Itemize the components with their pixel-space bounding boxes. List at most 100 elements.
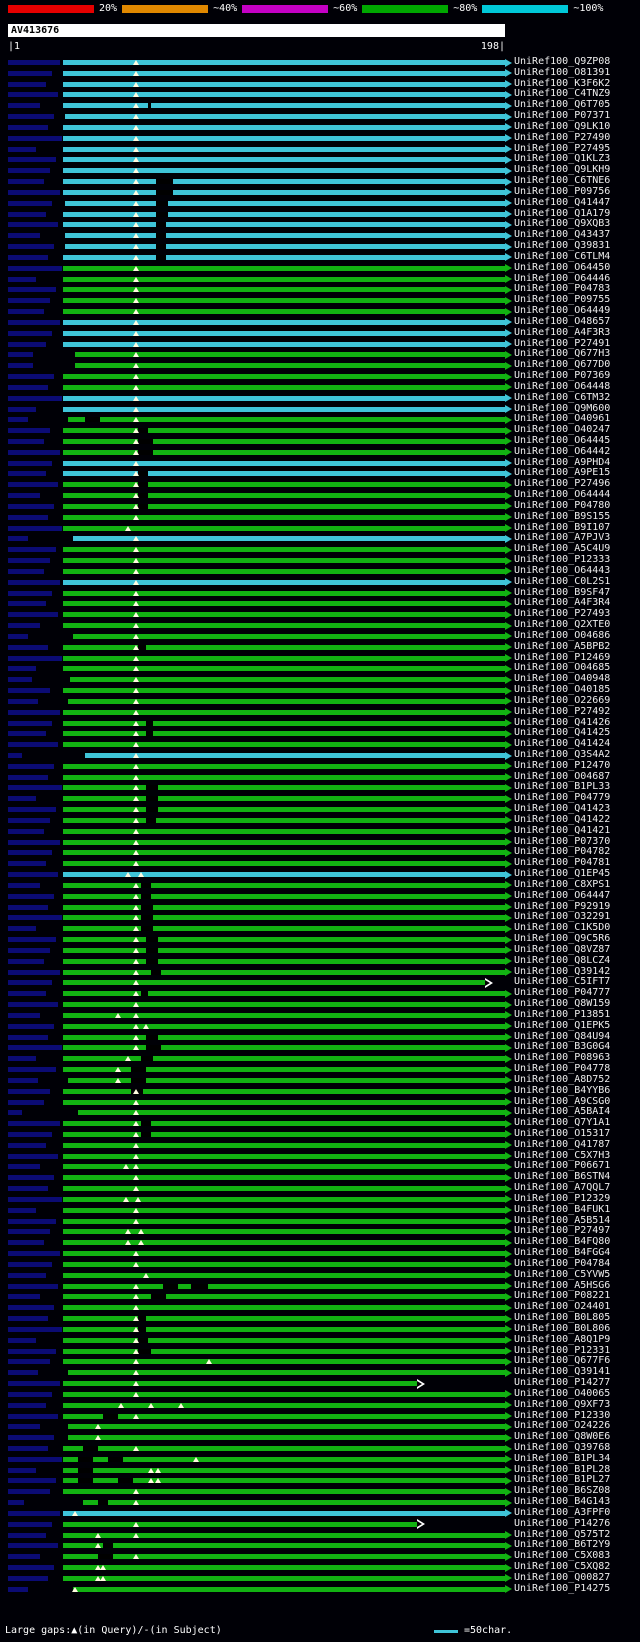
hit-bar[interactable] bbox=[62, 374, 505, 380]
hit-bar[interactable] bbox=[62, 612, 505, 618]
hit-bar[interactable] bbox=[62, 1207, 505, 1213]
hit-label[interactable]: UniRef100_O64442 bbox=[514, 446, 610, 458]
hit-bar[interactable] bbox=[62, 839, 505, 845]
hit-bar[interactable] bbox=[62, 146, 505, 152]
hit-bar[interactable] bbox=[62, 103, 505, 109]
hit-bar[interactable] bbox=[62, 438, 505, 444]
hit-bar[interactable] bbox=[62, 1121, 505, 1127]
hit-bar[interactable] bbox=[62, 828, 505, 834]
hit-bar[interactable] bbox=[62, 1023, 505, 1029]
hit-bar[interactable] bbox=[62, 579, 505, 585]
hit-label[interactable]: UniRef100_B4FUK1 bbox=[514, 1204, 610, 1216]
hit-bar[interactable] bbox=[62, 688, 505, 694]
hit-bar[interactable] bbox=[62, 568, 505, 574]
hit-bar[interactable] bbox=[62, 1153, 505, 1159]
hit-bar[interactable] bbox=[67, 1424, 505, 1430]
hit-bar[interactable] bbox=[62, 991, 505, 997]
hit-bar[interactable] bbox=[62, 135, 505, 141]
hit-label[interactable]: UniRef100_C5YVW5 bbox=[514, 1269, 610, 1281]
hit-bar[interactable] bbox=[62, 1381, 418, 1387]
hit-bar[interactable] bbox=[62, 926, 505, 932]
hit-bar[interactable] bbox=[62, 1175, 505, 1181]
hit-bar[interactable] bbox=[62, 785, 505, 791]
hit-bar[interactable] bbox=[75, 352, 505, 358]
hit-bar[interactable] bbox=[62, 623, 505, 629]
hit-bar[interactable] bbox=[62, 807, 505, 813]
hit-bar[interactable] bbox=[62, 666, 505, 672]
hit-label[interactable]: UniRef100_P12470 bbox=[514, 760, 610, 772]
hit-bar[interactable] bbox=[62, 817, 505, 823]
hit-bar[interactable] bbox=[62, 1012, 505, 1018]
hit-bar[interactable] bbox=[62, 1251, 505, 1257]
hit-label[interactable]: UniRef100_C0L2S1 bbox=[514, 576, 610, 588]
hit-bar[interactable] bbox=[62, 482, 505, 488]
hit-label[interactable]: UniRef100_B4YYB6 bbox=[514, 1085, 610, 1097]
hit-bar[interactable] bbox=[62, 958, 505, 964]
hit-bar[interactable] bbox=[62, 644, 505, 650]
hit-bar[interactable] bbox=[62, 1131, 505, 1137]
hit-bar[interactable] bbox=[62, 763, 505, 769]
hit-label[interactable]: UniRef100_P27492 bbox=[514, 706, 610, 718]
hit-bar[interactable] bbox=[77, 1110, 505, 1116]
hit-bar[interactable] bbox=[62, 1446, 505, 1451]
hit-label[interactable]: UniRef100_Q41421 bbox=[514, 825, 610, 837]
hit-label[interactable]: UniRef100_A4F3R3 bbox=[514, 327, 610, 339]
hit-bar[interactable] bbox=[62, 882, 505, 888]
hit-bar[interactable] bbox=[82, 1500, 505, 1506]
hit-bar[interactable] bbox=[62, 428, 505, 434]
hit-bar[interactable] bbox=[62, 1532, 505, 1538]
hit-bar[interactable] bbox=[62, 893, 505, 899]
hit-bar[interactable] bbox=[62, 1337, 505, 1343]
hit-bar[interactable] bbox=[65, 233, 505, 239]
hit-bar[interactable] bbox=[62, 1413, 505, 1419]
hit-bar[interactable] bbox=[62, 1261, 505, 1267]
hit-bar[interactable] bbox=[62, 395, 505, 401]
hit-bar[interactable] bbox=[62, 341, 505, 347]
hit-bar[interactable] bbox=[62, 70, 505, 76]
hit-bar[interactable] bbox=[62, 1034, 505, 1040]
hit-bar[interactable] bbox=[62, 1002, 505, 1008]
hit-bar[interactable] bbox=[62, 1316, 505, 1322]
hit-bar[interactable] bbox=[62, 1565, 505, 1571]
hit-label[interactable]: UniRef100_Q9XF73 bbox=[514, 1399, 610, 1411]
hit-label[interactable]: UniRef100_O64450 bbox=[514, 262, 610, 274]
hit-bar[interactable] bbox=[62, 124, 505, 130]
hit-bar[interactable] bbox=[62, 1186, 505, 1192]
hit-bar[interactable] bbox=[62, 1305, 505, 1311]
hit-bar[interactable] bbox=[62, 81, 505, 87]
hit-bar[interactable] bbox=[62, 330, 505, 336]
hit-bar[interactable] bbox=[62, 861, 505, 867]
hit-label[interactable]: UniRef100_B1PL34 bbox=[514, 1453, 610, 1465]
hit-bar[interactable] bbox=[72, 1586, 505, 1592]
hit-bar[interactable] bbox=[62, 1294, 505, 1300]
hit-bar[interactable] bbox=[62, 601, 505, 607]
hit-bar[interactable] bbox=[62, 558, 505, 564]
hit-bar[interactable] bbox=[62, 298, 505, 304]
hit-label[interactable]: UniRef100_O81391 bbox=[514, 67, 610, 79]
hit-bar[interactable] bbox=[62, 1067, 505, 1073]
hit-bar[interactable] bbox=[62, 265, 505, 271]
hit-bar[interactable] bbox=[62, 937, 505, 943]
hit-bar[interactable] bbox=[62, 1543, 505, 1549]
hit-bar[interactable] bbox=[62, 449, 505, 455]
hit-bar[interactable] bbox=[62, 850, 505, 856]
hit-bar[interactable] bbox=[62, 460, 505, 466]
hit-label[interactable]: UniRef100_Q41447 bbox=[514, 197, 610, 209]
hit-bar[interactable] bbox=[62, 157, 505, 163]
hit-bar[interactable] bbox=[62, 1359, 505, 1365]
hit-bar[interactable] bbox=[62, 309, 505, 315]
hit-bar[interactable] bbox=[62, 384, 505, 390]
hit-bar[interactable] bbox=[62, 1099, 505, 1105]
hit-bar[interactable] bbox=[62, 980, 485, 986]
hit-label[interactable]: UniRef100_B9S155 bbox=[514, 511, 610, 523]
hit-label[interactable]: UniRef100_C6TM32 bbox=[514, 392, 610, 404]
hit-bar[interactable] bbox=[62, 319, 505, 325]
hit-bar[interactable] bbox=[62, 720, 505, 726]
hit-bar[interactable] bbox=[62, 1088, 505, 1094]
hit-bar[interactable] bbox=[62, 168, 505, 174]
hit-bar[interactable] bbox=[62, 254, 505, 260]
hit-bar[interactable] bbox=[65, 114, 505, 120]
hit-bar[interactable] bbox=[62, 189, 505, 195]
hit-bar[interactable] bbox=[62, 211, 505, 217]
hit-label[interactable]: UniRef100_A5BPB2 bbox=[514, 641, 610, 653]
